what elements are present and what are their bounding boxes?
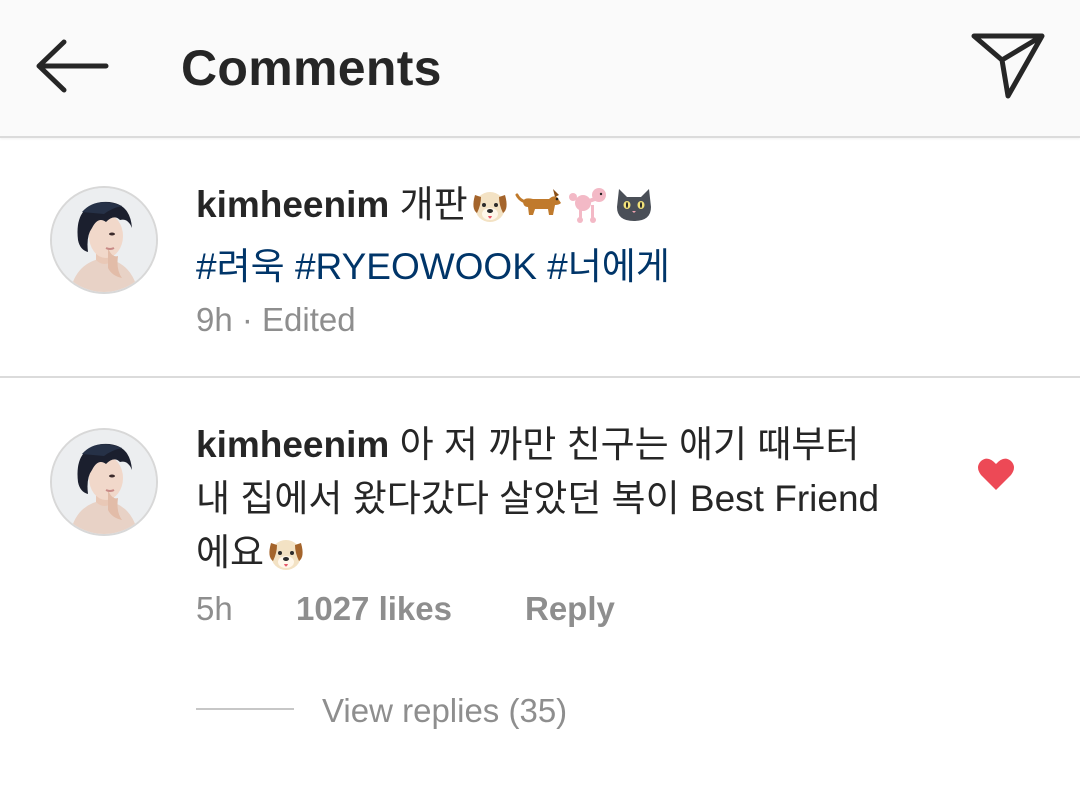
caption-hashtags: #려욱 #RYEOWOOK #너에게 [196,240,956,294]
section-divider [0,376,1080,378]
comment-username[interactable]: kimheenim [196,424,389,465]
comment-meta: 5h [196,589,233,629]
caption-line-1: kimheenim 개판 [196,178,956,240]
comments-screen: Comments kimheenim 개판 #려욱 #RYEOWOOK #너에게… [0,0,1080,790]
replies-divider-line [196,708,294,710]
hashtag-link[interactable]: #너에게 [547,246,670,287]
caption-username[interactable]: kimheenim [196,184,389,225]
caption-time: 9h [196,301,233,338]
poodle-icon [567,185,611,240]
avatar[interactable] [50,186,158,294]
back-button[interactable] [30,30,112,100]
profile-photo [52,430,156,534]
comment-line-1: kimheenim 아 저 까만 친구는 애기 때부터 [196,418,956,472]
likes-count[interactable]: 1027 likes [296,590,452,627]
reply-container: Reply [525,589,615,629]
top-bar: Comments [0,0,1080,138]
dog-icon [513,185,565,240]
comment-body-line-3: 에요 [196,532,265,573]
likes-count-container: 1027 likes [296,589,452,629]
profile-photo [52,188,156,292]
heart-icon [978,458,1014,490]
hashtag-link[interactable]: #RYEOWOOK [295,246,537,287]
arrow-left-icon [36,39,109,93]
caption-body: 개판 [399,184,468,225]
like-button[interactable] [976,456,1016,492]
page-title: Comments [181,40,442,96]
dog-face-icon [265,534,307,588]
avatar[interactable] [50,428,158,536]
edited-label: Edited [262,301,356,338]
reply-button[interactable]: Reply [525,590,615,627]
caption-text: kimheenim 개판 #려욱 #RYEOWOOK #너에게 [196,178,956,294]
cat-face-icon [613,185,655,240]
dog-face-icon [469,186,511,240]
view-replies-button[interactable]: View replies (35) [322,691,567,731]
comment-body-line-1: 아 저 까만 친구는 애기 때부터 [399,424,860,465]
meta-separator: · [232,301,263,338]
comment-time: 5h [196,590,233,627]
caption-meta: 9h · Edited [196,300,356,340]
share-button[interactable] [964,28,1050,104]
comment-line-3: 에요 [196,526,956,588]
paper-plane-icon [971,33,1045,99]
hashtag-link[interactable]: #려욱 [196,246,285,287]
comment-body-line-2: 내 집에서 왔다갔다 살았던 복이 Best Friend [196,478,880,519]
comment-text: kimheenim 아 저 까만 친구는 애기 때부터 내 집에서 왔다갔다 살… [196,418,956,588]
